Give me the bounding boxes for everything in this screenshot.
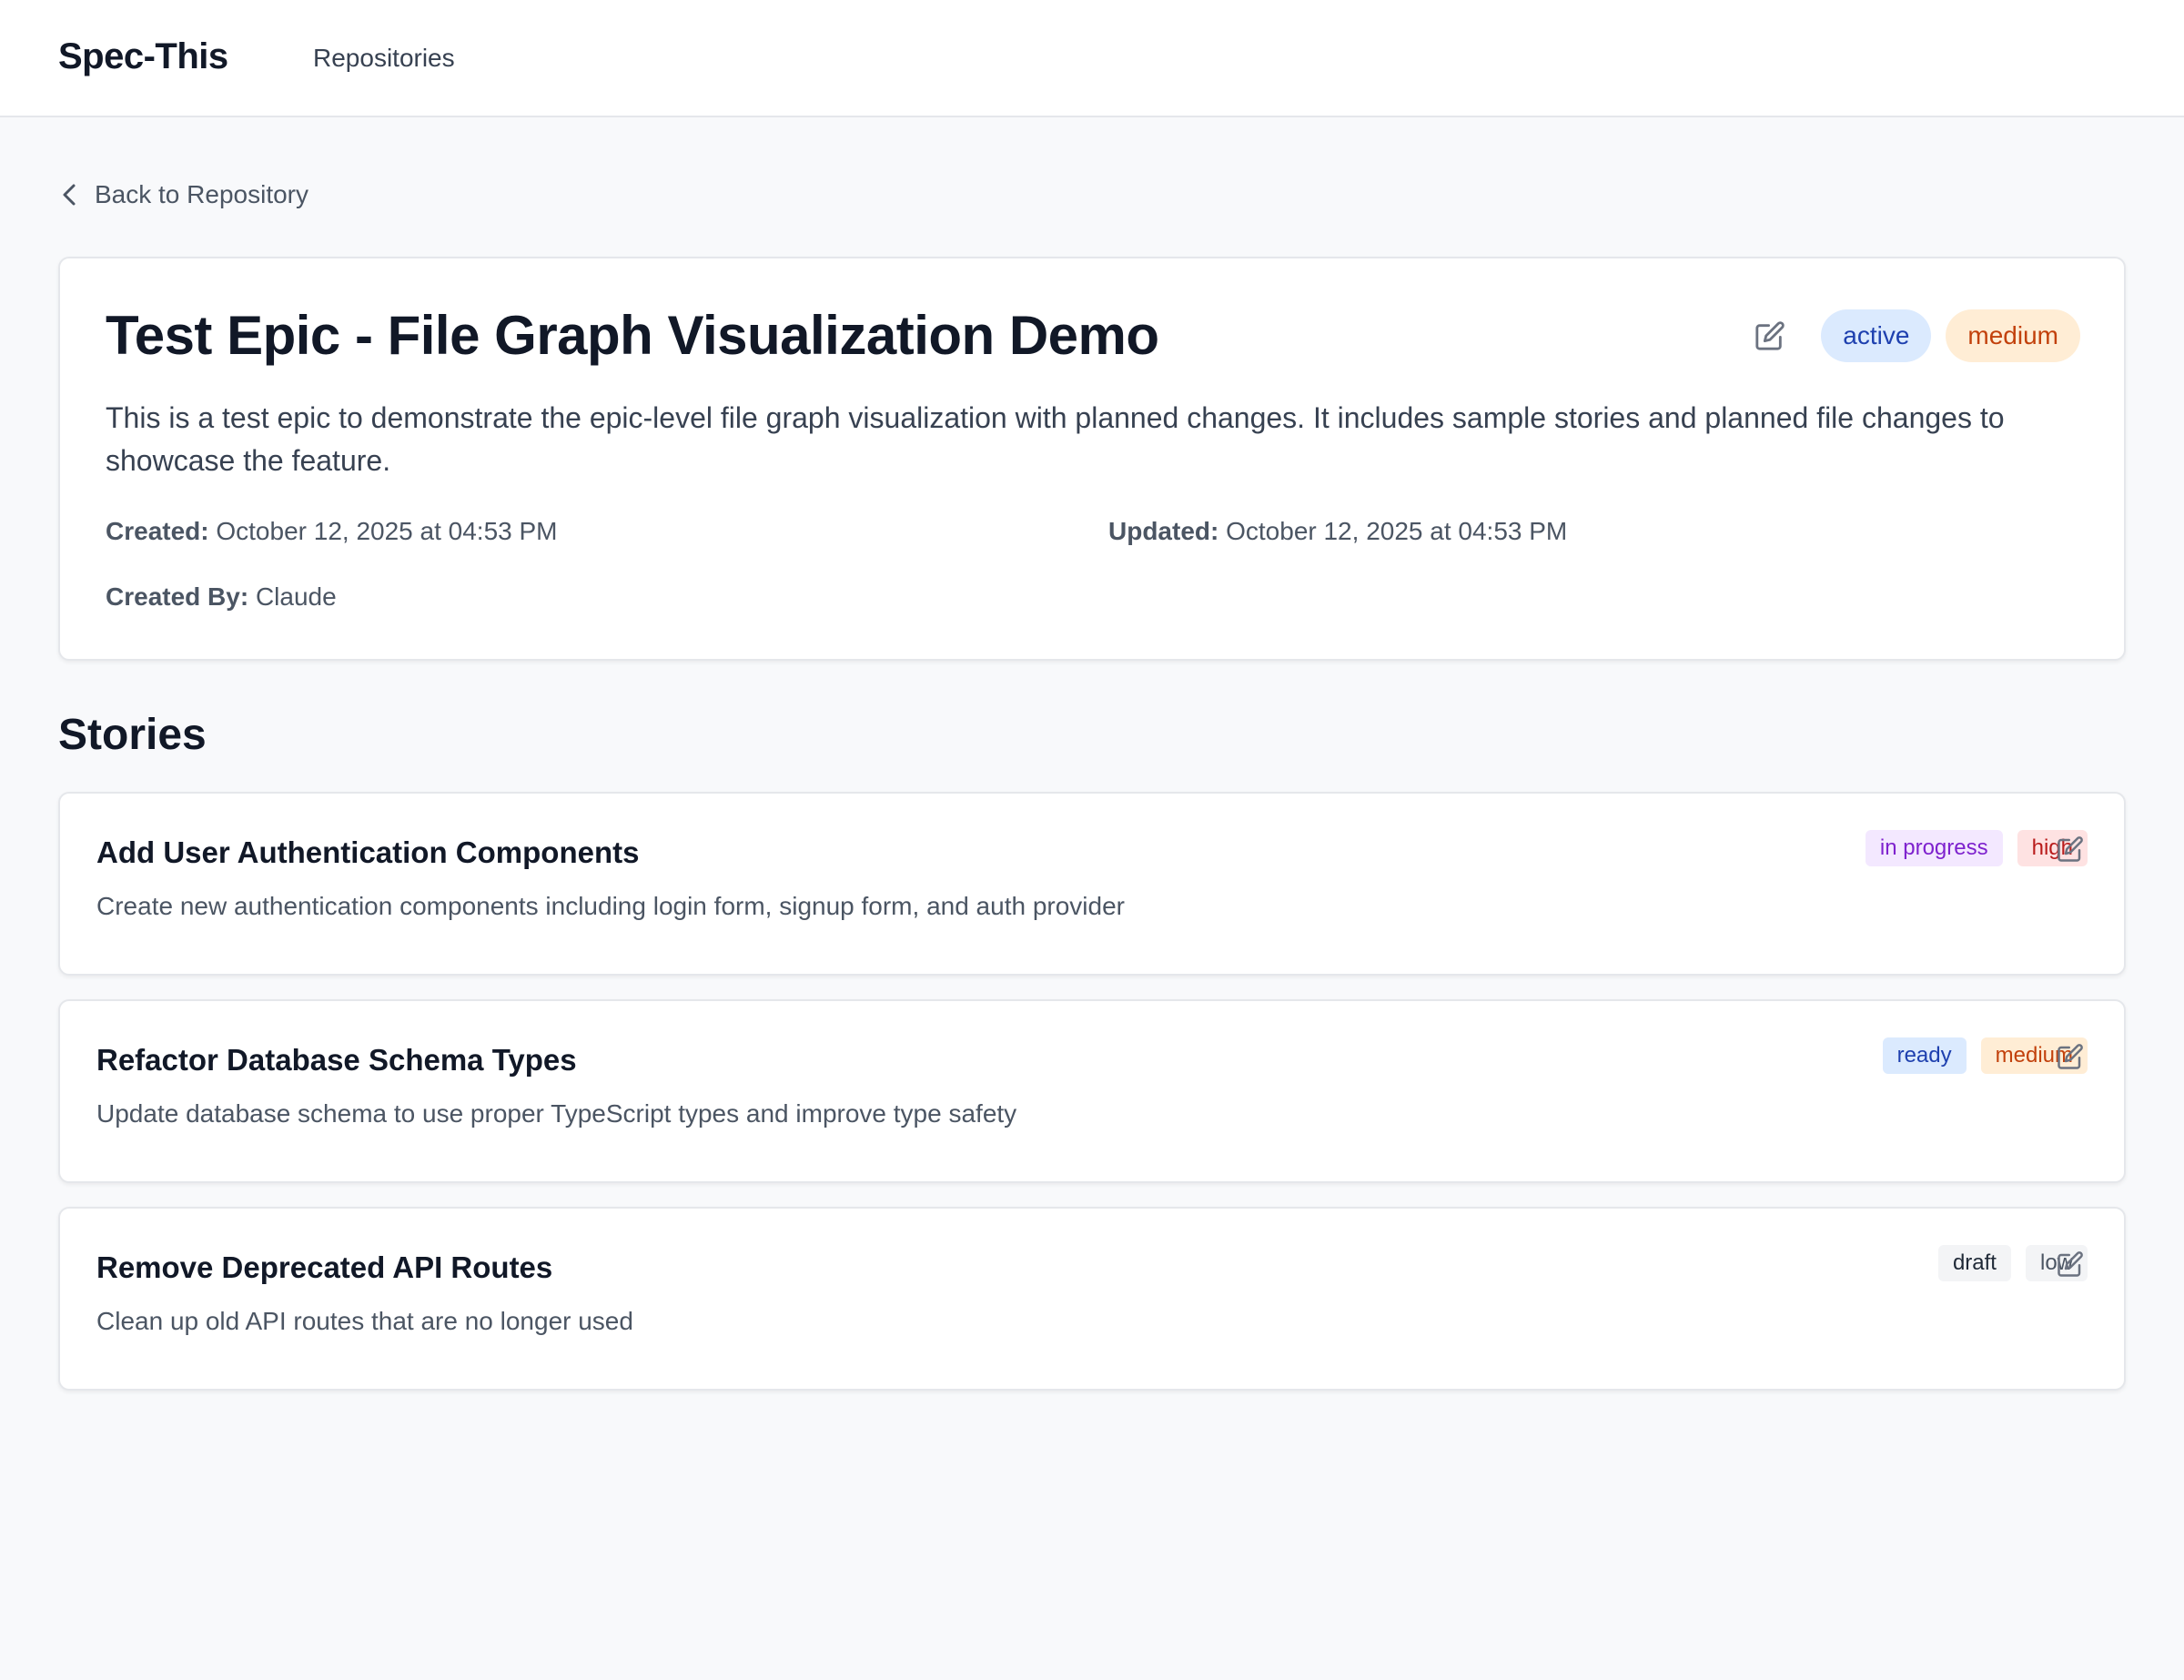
epic-priority-badge: medium [1946, 309, 2080, 362]
epic-status-badge: active [1821, 309, 1932, 362]
story-status-badge: draft [1937, 1245, 2011, 1281]
epic-title: Test Epic - File Graph Visualization Dem… [106, 305, 1159, 366]
updated-label: Updated: [1108, 517, 1219, 545]
epic-card: Test Epic - File Graph Visualization Dem… [58, 257, 2126, 661]
story-description: Create new authentication components inc… [96, 892, 1125, 920]
edit-story-button[interactable] [2057, 1250, 2084, 1278]
story-title: Refactor Database Schema Types [96, 1043, 577, 1077]
back-link-label: Back to Repository [95, 180, 308, 208]
edit-story-button[interactable] [2057, 835, 2084, 863]
story-status-badge: in progress [1865, 830, 2003, 866]
story-card[interactable]: Add User Authentication Components Creat… [58, 792, 2126, 976]
story-description: Clean up old API routes that are no long… [96, 1307, 633, 1335]
edit-icon [2058, 1044, 2083, 1069]
story-card[interactable]: Remove Deprecated API Routes Clean up ol… [58, 1207, 2126, 1391]
epic-description: This is a test epic to demonstrate the e… [106, 401, 2005, 477]
epic-updated: Updated: October 12, 2025 at 04:53 PM [1108, 517, 1567, 546]
story-title: Add User Authentication Components [96, 835, 640, 869]
edit-story-button[interactable] [2057, 1043, 2084, 1070]
created-by-label: Created By: [106, 582, 249, 611]
story-description: Update database schema to use proper Typ… [96, 1099, 1017, 1128]
stories-heading: Stories [58, 711, 207, 759]
edit-epic-button[interactable] [1748, 314, 1792, 358]
updated-value: October 12, 2025 at 04:53 PM [1226, 517, 1568, 545]
top-navbar: Spec-This Repositories [0, 0, 2184, 117]
created-label: Created: [106, 517, 209, 545]
epic-created-by: Created By: Claude [106, 582, 337, 612]
story-title: Remove Deprecated API Routes [96, 1250, 553, 1284]
story-status-badge: ready [1882, 1037, 1967, 1074]
epic-created: Created: October 12, 2025 at 04:53 PM [106, 517, 558, 546]
created-value: October 12, 2025 at 04:53 PM [216, 517, 558, 545]
story-badges: in progress high [1865, 830, 2088, 866]
back-to-repository-link[interactable]: Back to Repository [60, 178, 308, 211]
epic-actions: active medium [1748, 309, 2080, 362]
story-card[interactable]: Refactor Database Schema Types Update da… [58, 999, 2126, 1183]
edit-icon [2058, 836, 2083, 862]
chevron-left-icon [63, 184, 76, 206]
brand-logo[interactable]: Spec-This [58, 36, 228, 77]
edit-icon [1755, 321, 1785, 350]
edit-icon [2058, 1251, 2083, 1277]
created-by-value: Claude [255, 582, 337, 611]
nav-repositories-link[interactable]: Repositories [313, 44, 455, 73]
